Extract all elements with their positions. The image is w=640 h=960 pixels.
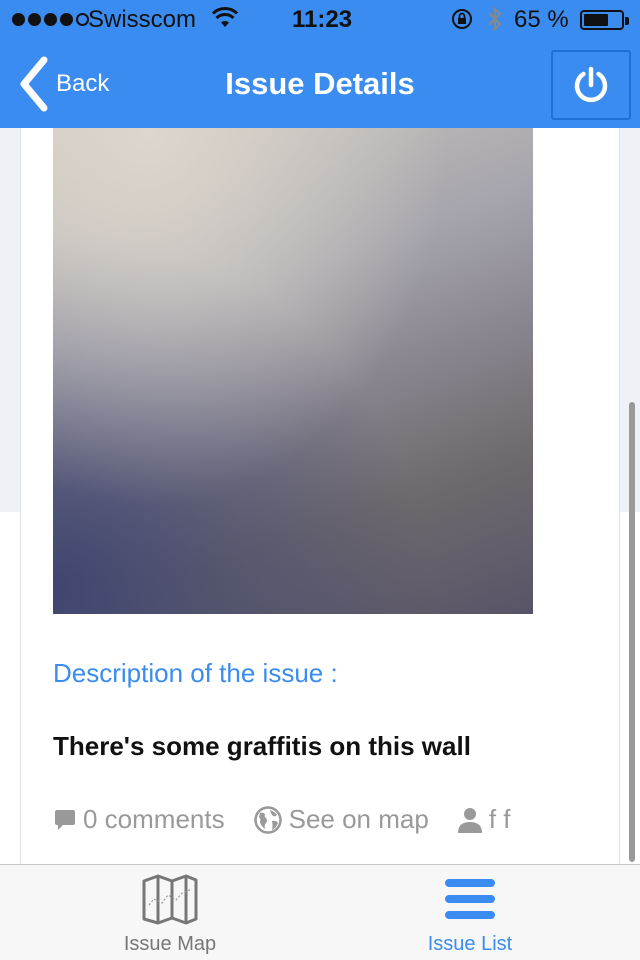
- battery-icon: [580, 10, 629, 30]
- clock: 11:23: [292, 6, 353, 33]
- battery-percent: 65 %: [514, 6, 569, 33]
- issue-description: There's some graffitis on this wall: [53, 731, 471, 761]
- issue-card: Description of the issue : There's some …: [20, 128, 620, 864]
- user-icon: [457, 807, 482, 833]
- issue-detail-content: Description of the issue : There's some …: [0, 128, 640, 864]
- map-icon: [142, 874, 198, 925]
- tab-issue-map-label: Issue Map: [123, 933, 217, 955]
- tab-issue-list[interactable]: Issue List: [310, 865, 630, 960]
- description-label: Description of the issue :: [53, 658, 338, 688]
- issue-meta: 0 comments See on map f f: [53, 804, 511, 835]
- author-link[interactable]: f f: [457, 804, 511, 835]
- tab-bar: Issue Map Issue List: [0, 864, 640, 960]
- globe-icon: [253, 805, 282, 834]
- list-icon: [445, 879, 495, 919]
- logout-button[interactable]: [551, 50, 631, 120]
- rotation-lock-icon: [450, 7, 474, 38]
- header: Swisscom 11:23 65 % Back Issue Details: [0, 0, 640, 128]
- page-title: Issue Details: [225, 66, 415, 101]
- author-name: f f: [488, 804, 511, 834]
- see-on-map-label: See on map: [288, 804, 429, 834]
- status-bar: Swisscom 11:23 65 %: [0, 0, 640, 40]
- comments-count: 0 comments: [83, 804, 225, 834]
- signal-strength-icon: [12, 13, 89, 26]
- tab-issue-list-label: Issue List: [427, 933, 513, 955]
- navigation-bar: Back Issue Details: [0, 40, 640, 128]
- scrollbar[interactable]: [629, 402, 635, 862]
- bluetooth-icon: [486, 5, 504, 40]
- carrier-name: Swisscom: [88, 6, 197, 33]
- issue-photo: [53, 128, 533, 614]
- comment-icon: [55, 809, 75, 830]
- comments-link[interactable]: 0 comments: [53, 804, 225, 835]
- wifi-icon: [211, 7, 239, 36]
- tab-issue-map[interactable]: Issue Map: [10, 865, 330, 960]
- see-on-map-link[interactable]: See on map: [253, 804, 429, 835]
- power-icon: [574, 66, 608, 103]
